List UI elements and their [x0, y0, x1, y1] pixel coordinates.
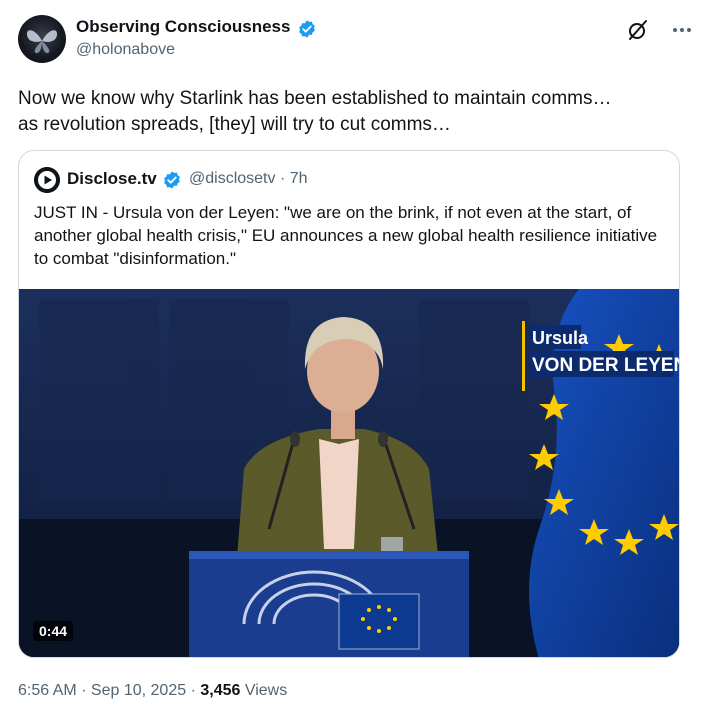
views-count: 3,456: [200, 682, 241, 699]
author-name[interactable]: Observing Consciousness: [76, 17, 290, 37]
tweet-text: Now we know why Starlink has been establ…: [18, 88, 612, 135]
play-logo-icon: [34, 167, 60, 193]
lower-third-first-name: Ursula: [532, 328, 589, 348]
verified-badge-icon: [299, 20, 315, 38]
video-duration: 0:44: [33, 621, 74, 641]
video-frame: Ursula VON DER LEYEN: [19, 289, 679, 657]
lower-third-last-name: VON DER LEYEN: [532, 355, 679, 376]
quote-handle-time[interactable]: @disclosetv · 7h: [189, 170, 308, 188]
more-icon[interactable]: [670, 18, 694, 42]
quoted-tweet[interactable]: Disclose.tv @disclosetv · 7h JUST IN - U…: [18, 150, 680, 658]
verified-badge-icon: [164, 171, 180, 189]
quote-text: JUST IN - Ursula von der Leyen: "we are …: [34, 203, 658, 268]
grok-icon[interactable]: [626, 18, 650, 42]
tweet-meta: 6:56 AM · Sep 10, 2025 · 3,456 Views: [18, 682, 287, 700]
quote-author-name[interactable]: Disclose.tv: [67, 169, 157, 189]
avatar-butterfly-icon: [26, 30, 58, 54]
views-label: Views: [240, 682, 288, 699]
avatar[interactable]: [18, 15, 66, 63]
tweet-timestamp[interactable]: 6:56 AM · Sep 10, 2025 ·: [18, 682, 200, 699]
video-player[interactable]: Ursula VON DER LEYEN: [19, 289, 679, 657]
author-handle[interactable]: @holonabove: [76, 41, 175, 59]
